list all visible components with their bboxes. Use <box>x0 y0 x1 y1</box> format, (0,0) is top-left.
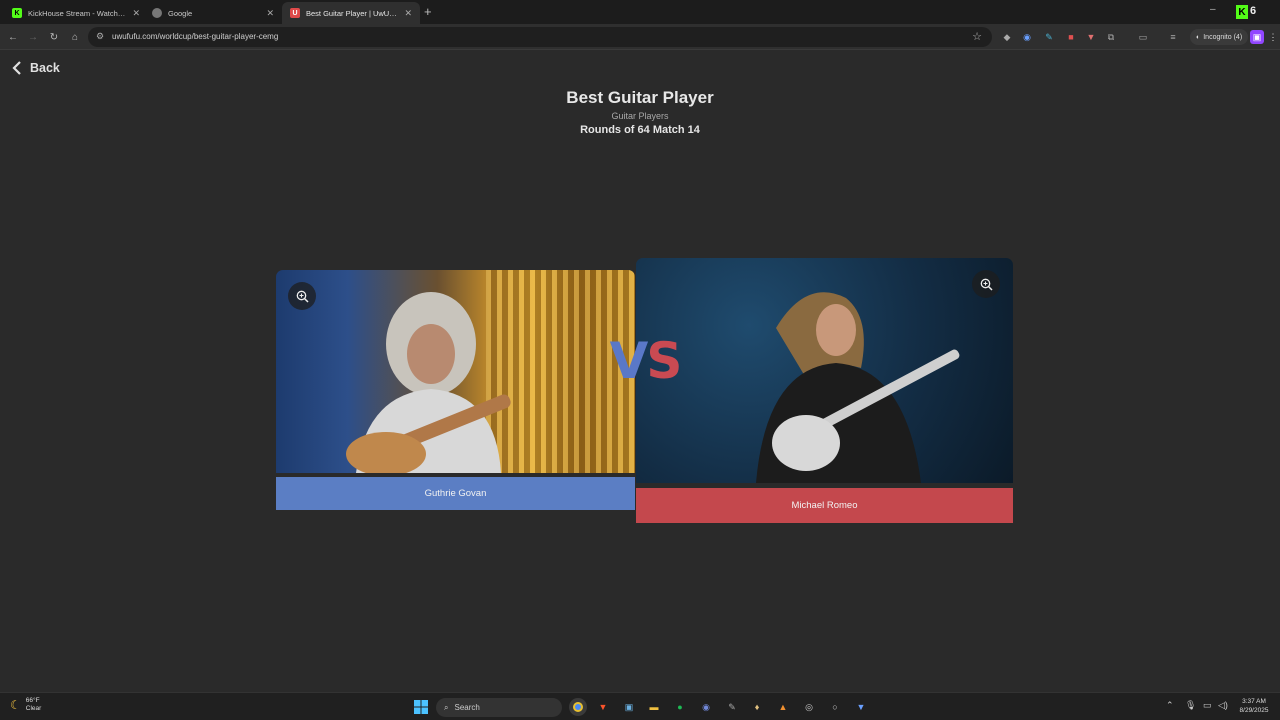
zoom-in-icon <box>296 290 309 303</box>
tab-strip: K KickHouse Stream - Watch Live ✕ Google… <box>0 0 1280 24</box>
weather-widget[interactable]: ☾ 66°F Clear <box>10 697 41 713</box>
menu-kebab-icon[interactable]: ⋮ <box>1266 30 1280 44</box>
system-clock[interactable]: 3:37 AM 8/29/2025 <box>1232 697 1276 715</box>
tab-title: Best Guitar Player | UwUFUFU <box>306 8 399 18</box>
back-arrow-icon[interactable]: ← <box>5 29 21 45</box>
close-icon[interactable]: ✕ <box>132 8 140 19</box>
forward-arrow-icon[interactable]: → <box>25 29 41 45</box>
tab-kickhouse[interactable]: K KickHouse Stream - Watch Live ✕ <box>4 2 148 24</box>
taskbar: ☾ 66°F Clear ⌕ Search ▼ ▣ ▬ ● ◉ ✎ ♦ ▲ ◎ … <box>0 692 1280 720</box>
search-label: Search <box>454 703 480 712</box>
tab-title: Google <box>168 8 193 18</box>
incognito-badge[interactable]: ◐ Incognito (4) <box>1190 29 1249 45</box>
new-tab-plus-icon[interactable]: + <box>424 4 432 19</box>
bookmark-star-icon[interactable]: ☆ <box>972 30 982 43</box>
extension-translate-icon[interactable]: ✎ <box>1042 30 1056 44</box>
tab-uwufufu[interactable]: U Best Guitar Player | UwUFUFU ✕ <box>282 2 420 24</box>
tab-google[interactable]: Google ✕ <box>144 2 282 24</box>
uwufufu-favicon-icon: U <box>290 8 300 18</box>
taskbar-search[interactable]: ⌕ Search <box>436 698 562 717</box>
home-icon[interactable]: ⌂ <box>67 29 83 45</box>
task-view-icon[interactable]: ▣ <box>620 698 638 716</box>
tab-title: KickHouse Stream - Watch Live <box>28 8 127 18</box>
microphone-icon[interactable]: 🎙 <box>1185 700 1196 711</box>
weather-temp: 66°F <box>25 697 40 704</box>
twitch-extension-icon[interactable]: ▣ <box>1250 30 1264 44</box>
close-icon[interactable]: ✕ <box>404 8 412 19</box>
zoom-left-button[interactable] <box>288 282 316 310</box>
kick-profile-icon[interactable]: K 6 <box>1236 5 1264 19</box>
app-icon[interactable]: ♦ <box>748 698 766 716</box>
guitarist-figure <box>756 292 960 483</box>
extension-shield-icon[interactable]: ▼ <box>1084 30 1098 44</box>
url-text: uwufufu.com/worldcup/best-guitar-player-… <box>112 32 279 41</box>
search-icon: ⌕ <box>444 702 449 712</box>
left-candidate-image[interactable] <box>276 270 635 473</box>
weather-condition: Clear <box>25 705 42 712</box>
spotify-icon[interactable]: ● <box>671 698 689 716</box>
reload-icon[interactable]: ↻ <box>46 29 62 45</box>
left-candidate-button[interactable]: Guthrie Govan <box>276 477 635 510</box>
vs-label: VS <box>609 332 683 390</box>
clock-time: 3:37 AM <box>1242 698 1266 705</box>
incognito-label: Incognito (4) <box>1203 33 1243 41</box>
clock-date: 8/29/2025 <box>1239 707 1269 714</box>
back-button[interactable]: Back <box>12 61 60 75</box>
extensions-puzzle-icon[interactable]: ⧉ <box>1104 30 1118 44</box>
incognito-icon: ◐ <box>1196 33 1201 41</box>
side-panel-icon[interactable]: ▭ <box>1136 30 1150 44</box>
app-circle-icon[interactable]: ○ <box>826 698 844 716</box>
file-explorer-icon[interactable]: ▬ <box>645 698 663 716</box>
zoom-right-button[interactable] <box>972 270 1000 298</box>
back-label: Back <box>30 61 60 75</box>
tool-icon[interactable]: ✎ <box>723 698 741 716</box>
reading-list-icon[interactable]: ≡ <box>1166 30 1180 44</box>
windows-start-icon[interactable] <box>412 698 430 716</box>
network-icon[interactable]: ▭ <box>1203 700 1212 711</box>
chevron-up-icon[interactable]: ⌃ <box>1166 700 1174 711</box>
discord-icon[interactable]: ◉ <box>697 698 715 716</box>
address-bar[interactable]: ⚙ uwufufu.com/worldcup/best-guitar-playe… <box>88 27 992 47</box>
chevron-left-icon <box>12 61 21 75</box>
page-title: Best Guitar Player <box>566 88 714 107</box>
right-candidate-button[interactable]: Michael Romeo <box>636 488 1013 523</box>
round-info: Rounds of 64 Match 14 <box>580 124 700 136</box>
moon-icon: ☾ <box>10 698 21 712</box>
site-info-icon[interactable]: ⚙ <box>96 31 104 42</box>
google-favicon-icon <box>152 8 162 18</box>
obs-icon[interactable]: ◎ <box>800 698 818 716</box>
blender-icon[interactable]: ▲ <box>774 698 792 716</box>
extension-wave-icon[interactable]: ◉ <box>1020 30 1034 44</box>
minimize-icon[interactable]: – <box>1210 4 1216 15</box>
guitarist-figure <box>346 292 511 473</box>
volume-icon[interactable]: ◁) <box>1218 700 1228 711</box>
extension-red-icon[interactable]: ■ <box>1064 30 1078 44</box>
vpn-icon[interactable]: ▼ <box>852 698 870 716</box>
right-candidate-image[interactable] <box>636 258 1013 483</box>
kick-favicon-icon: K <box>12 8 22 18</box>
chrome-icon[interactable] <box>569 698 587 716</box>
category-label: Guitar Players <box>611 111 669 121</box>
brave-icon[interactable]: ▼ <box>594 698 612 716</box>
close-icon[interactable]: ✕ <box>266 8 274 19</box>
extension-diamond-icon[interactable]: ◆ <box>1000 30 1014 44</box>
zoom-in-icon <box>980 278 993 291</box>
browser-toolbar: ← → ↻ ⌂ ⚙ uwufufu.com/worldcup/best-guit… <box>0 24 1280 50</box>
